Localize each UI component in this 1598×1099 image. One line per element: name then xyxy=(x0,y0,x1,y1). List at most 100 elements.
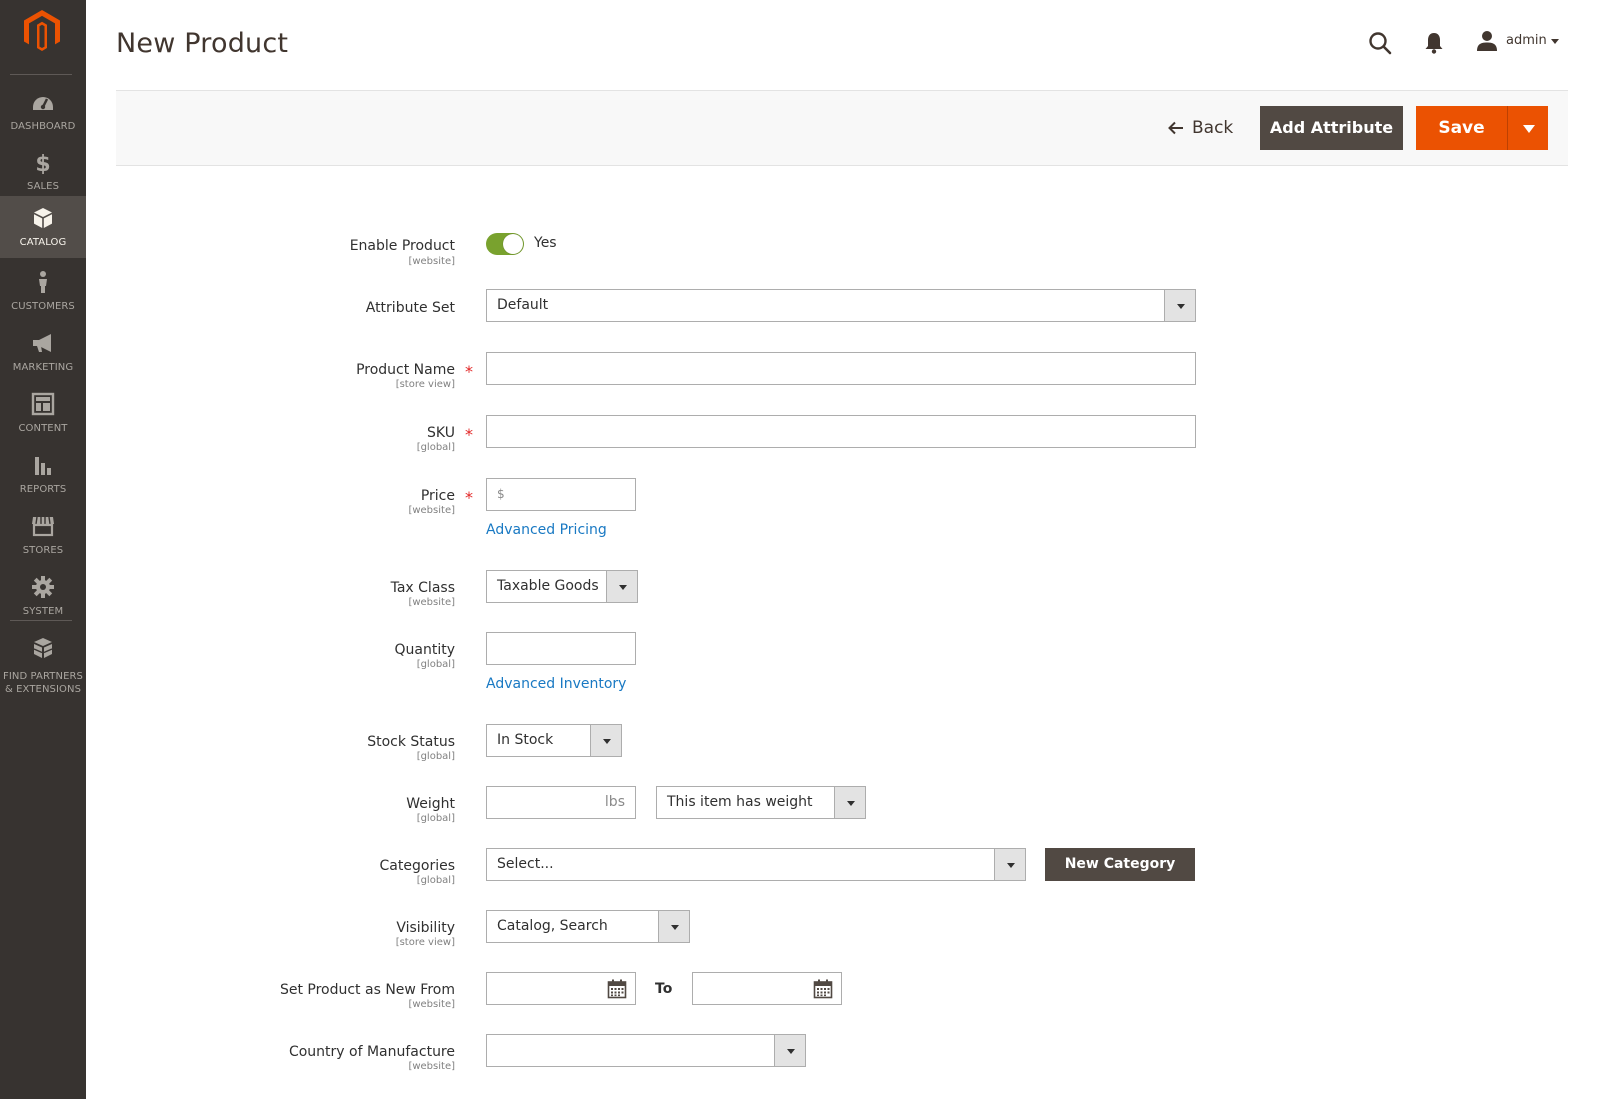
stock-status-label: Stock Status xyxy=(367,734,455,750)
store-icon xyxy=(32,516,54,537)
advanced-pricing-link[interactable]: Advanced Pricing xyxy=(486,522,607,538)
save-options-toggle[interactable] xyxy=(1507,106,1548,150)
attribute-set-value: Default xyxy=(497,297,549,313)
stock-status-value: In Stock xyxy=(497,732,554,748)
sku-input[interactable] xyxy=(486,415,1196,448)
weight-type-dropdown-button[interactable] xyxy=(834,786,866,819)
nav-item-find-partners[interactable]: FIND PARTNERS & EXTENSIONS xyxy=(0,630,86,700)
nav-label-content: CONTENT xyxy=(18,423,68,434)
tax-class-scope: [website] xyxy=(408,597,455,608)
visibility-label: Visibility xyxy=(396,920,455,936)
attribute-set-label: Attribute Set xyxy=(365,300,455,316)
sku-label: SKU xyxy=(427,425,455,441)
nav-item-reports[interactable]: REPORTS xyxy=(0,447,86,509)
nav-item-catalog[interactable]: CATALOG xyxy=(0,196,86,258)
quantity-input[interactable] xyxy=(486,632,636,665)
attribute-set-select[interactable]: Default xyxy=(486,289,1196,322)
country-dropdown-button[interactable] xyxy=(774,1034,806,1067)
nav-label-stores: STORES xyxy=(22,545,64,556)
visibility-value: Catalog, Search xyxy=(497,918,608,934)
calendar-icon[interactable] xyxy=(607,979,627,999)
new-category-button[interactable]: New Category xyxy=(1045,848,1195,881)
back-button-label: Back xyxy=(1192,118,1234,138)
user-icon[interactable] xyxy=(1476,30,1498,52)
required-mark: * xyxy=(465,362,473,381)
nav-label-marketing: MARKETING xyxy=(12,362,74,373)
caret-down-icon xyxy=(787,1049,795,1054)
dollar-icon: $ xyxy=(35,152,50,174)
gear-icon xyxy=(32,576,54,598)
stock-status-select[interactable]: In Stock xyxy=(486,724,622,757)
nav-label-customers: CUSTOMERS xyxy=(11,301,75,312)
tax-class-label: Tax Class xyxy=(390,580,455,596)
enable-product-value: Yes xyxy=(534,235,557,251)
stock-status-scope: [global] xyxy=(416,751,455,762)
required-mark: * xyxy=(465,488,473,507)
visibility-dropdown-button[interactable] xyxy=(658,910,690,943)
categories-placeholder: Select... xyxy=(497,856,554,872)
arrow-left-icon xyxy=(1168,121,1183,135)
new-from-date-input[interactable] xyxy=(486,972,636,1005)
product-name-input[interactable] xyxy=(486,352,1196,385)
back-button[interactable]: Back xyxy=(1168,112,1233,144)
caret-down-icon xyxy=(847,801,855,806)
nav-label-sales: SALES xyxy=(26,181,60,192)
enable-product-label: Enable Product xyxy=(349,238,455,254)
tax-class-dropdown-button[interactable] xyxy=(606,570,638,603)
caret-down-icon xyxy=(603,739,611,744)
attribute-set-dropdown-button[interactable] xyxy=(1164,289,1196,322)
svg-text:$: $ xyxy=(35,152,50,174)
user-menu-name[interactable]: admin xyxy=(1506,33,1547,48)
tax-class-select[interactable]: Taxable Goods xyxy=(486,570,638,603)
chevron-down-icon[interactable] xyxy=(1551,39,1559,44)
weight-type-select[interactable]: This item has weight xyxy=(656,786,866,819)
weight-unit: lbs xyxy=(604,794,625,810)
dashboard-icon xyxy=(33,97,53,110)
nav-item-system[interactable]: SYSTEM xyxy=(0,569,86,631)
toggle-knob xyxy=(503,234,523,254)
quantity-label: Quantity xyxy=(394,642,456,658)
nav-item-customers[interactable]: CUSTOMERS xyxy=(0,264,86,326)
add-attribute-button[interactable]: Add Attribute xyxy=(1260,106,1403,150)
visibility-select[interactable]: Catalog, Search xyxy=(486,910,690,943)
admin-sidebar: DASHBOARD $ SALES CATALOG CUSTOMERS MARK… xyxy=(0,0,86,1099)
blocks-icon xyxy=(33,638,53,658)
stock-status-dropdown-button[interactable] xyxy=(590,724,622,757)
nav-item-marketing[interactable]: MARKETING xyxy=(0,325,86,387)
new-from-scope: [website] xyxy=(408,999,455,1010)
nav-item-content[interactable]: CONTENT xyxy=(0,386,86,448)
product-name-scope: [store view] xyxy=(395,379,455,390)
bell-icon[interactable] xyxy=(1424,32,1444,54)
nav-label-catalog: CATALOG xyxy=(19,237,67,248)
nav-item-stores[interactable]: STORES xyxy=(0,508,86,570)
calendar-icon[interactable] xyxy=(813,979,833,999)
weight-type-value: This item has weight xyxy=(667,794,813,810)
country-select[interactable] xyxy=(486,1034,806,1067)
magento-logo[interactable] xyxy=(24,10,60,52)
page-title: New Product xyxy=(116,28,289,59)
nav-label-find-partners: FIND PARTNERS & EXTENSIONS xyxy=(2,671,84,695)
new-to-date-input[interactable] xyxy=(692,972,842,1005)
product-name-label: Product Name xyxy=(356,362,455,378)
enable-product-toggle[interactable] xyxy=(486,233,524,255)
currency-symbol: $ xyxy=(497,487,505,501)
date-range-to-label: To xyxy=(655,981,673,997)
price-input[interactable]: $ xyxy=(486,478,636,511)
nav-item-dashboard[interactable]: DASHBOARD xyxy=(0,84,86,146)
country-label: Country of Manufacture xyxy=(288,1044,455,1060)
weight-input[interactable]: lbs xyxy=(486,786,636,819)
categories-dropdown-button[interactable] xyxy=(994,848,1026,881)
nav-label-system: SYSTEM xyxy=(22,606,64,617)
person-icon xyxy=(39,271,47,293)
advanced-inventory-link[interactable]: Advanced Inventory xyxy=(486,676,626,692)
visibility-scope: [store view] xyxy=(395,937,455,948)
price-label: Price xyxy=(420,488,455,504)
search-icon[interactable] xyxy=(1368,31,1392,55)
caret-down-icon xyxy=(1007,863,1015,868)
tax-class-value: Taxable Goods xyxy=(497,578,599,594)
quantity-scope: [global] xyxy=(416,659,455,670)
required-mark: * xyxy=(465,425,473,444)
categories-select[interactable]: Select... xyxy=(486,848,1026,881)
megaphone-icon xyxy=(33,334,51,352)
save-button[interactable]: Save xyxy=(1416,106,1507,150)
